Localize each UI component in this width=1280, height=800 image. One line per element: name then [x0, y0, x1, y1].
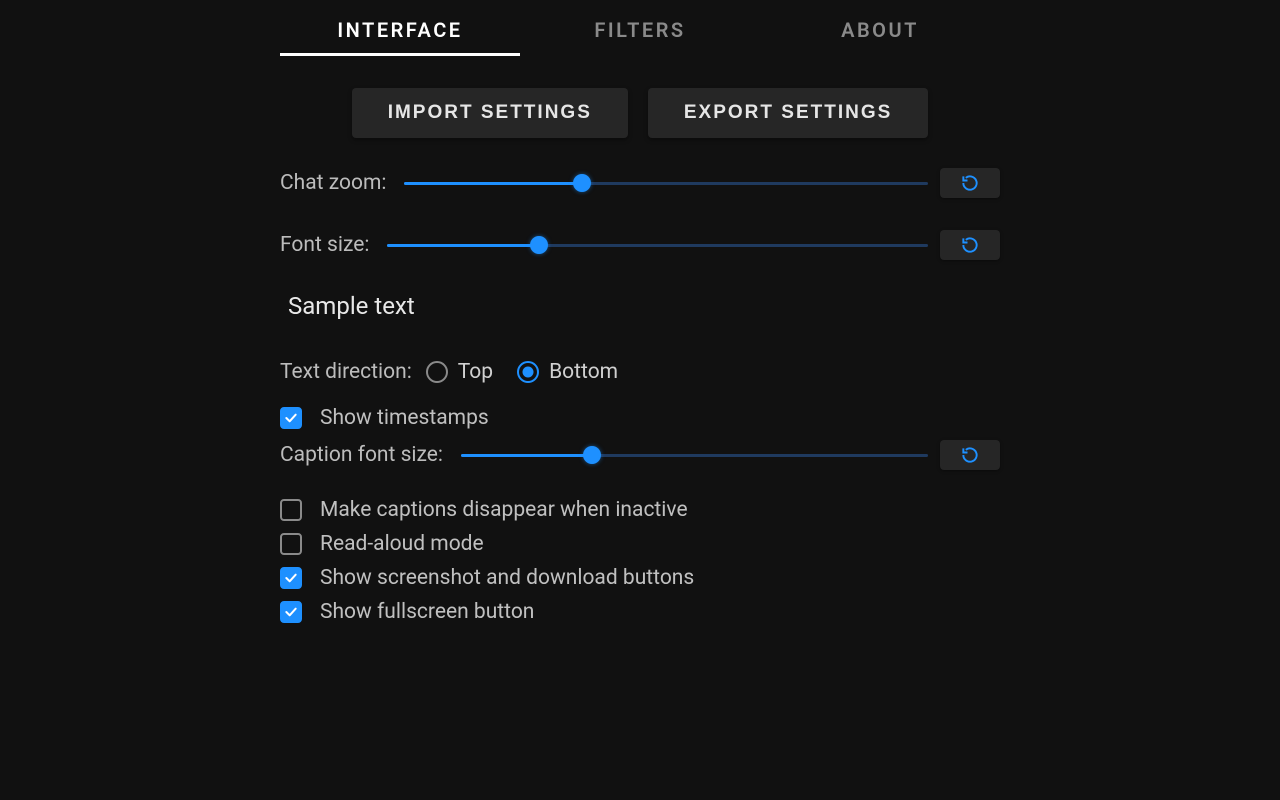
reset-icon — [960, 235, 980, 255]
reset-icon — [960, 445, 980, 465]
font-size-slider[interactable] — [387, 235, 928, 255]
sample-text: Sample text — [288, 292, 1000, 320]
font-size-label: Font size: — [280, 233, 369, 257]
captions-disappear-label: Make captions disappear when inactive — [320, 498, 688, 522]
chat-zoom-row: Chat zoom: — [280, 168, 1000, 198]
chat-zoom-slider[interactable] — [404, 173, 928, 193]
font-size-reset-button[interactable] — [940, 230, 1000, 260]
chat-zoom-reset-button[interactable] — [940, 168, 1000, 198]
radio-bottom-label: Bottom — [549, 360, 618, 384]
read-aloud-checkbox[interactable] — [280, 533, 302, 555]
caption-font-size-label: Caption font size: — [280, 443, 443, 467]
show-timestamps-checkbox[interactable] — [280, 407, 302, 429]
show-fs-row: Show fullscreen button — [280, 600, 1000, 624]
check-icon — [283, 570, 299, 586]
text-direction-row: Text direction: Top Bottom — [280, 360, 1000, 384]
tab-interface[interactable]: Interface — [280, 18, 520, 56]
import-export-row: Import Settings Export Settings — [280, 88, 1000, 138]
export-settings-button[interactable]: Export Settings — [648, 88, 928, 138]
check-icon — [283, 410, 299, 426]
import-settings-button[interactable]: Import Settings — [352, 88, 628, 138]
font-size-row: Font size: — [280, 230, 1000, 260]
show-timestamps-label: Show timestamps — [320, 406, 489, 430]
caption-font-size-row: Caption font size: — [280, 440, 1000, 470]
show-fs-checkbox[interactable] — [280, 601, 302, 623]
radio-top[interactable] — [426, 361, 448, 383]
show-timestamps-row: Show timestamps — [280, 406, 1000, 430]
captions-disappear-checkbox[interactable] — [280, 499, 302, 521]
show-ss-dl-row: Show screenshot and download buttons — [280, 566, 1000, 590]
tab-filters[interactable]: Filters — [520, 18, 760, 56]
chat-zoom-label: Chat zoom: — [280, 171, 386, 195]
settings-panel: Interface Filters About Import Settings … — [280, 0, 1000, 624]
show-ss-dl-checkbox[interactable] — [280, 567, 302, 589]
show-fs-label: Show fullscreen button — [320, 600, 534, 624]
reset-icon — [960, 173, 980, 193]
tab-about[interactable]: About — [760, 18, 1000, 56]
tab-bar: Interface Filters About — [280, 18, 1000, 56]
check-icon — [283, 604, 299, 620]
text-direction-label: Text direction: — [280, 360, 412, 384]
caption-font-size-reset-button[interactable] — [940, 440, 1000, 470]
read-aloud-row: Read-aloud mode — [280, 532, 1000, 556]
captions-disappear-row: Make captions disappear when inactive — [280, 498, 1000, 522]
show-ss-dl-label: Show screenshot and download buttons — [320, 566, 694, 590]
read-aloud-label: Read-aloud mode — [320, 532, 484, 556]
caption-font-size-slider[interactable] — [461, 445, 928, 465]
radio-bottom[interactable] — [517, 361, 539, 383]
radio-top-label: Top — [458, 360, 493, 384]
